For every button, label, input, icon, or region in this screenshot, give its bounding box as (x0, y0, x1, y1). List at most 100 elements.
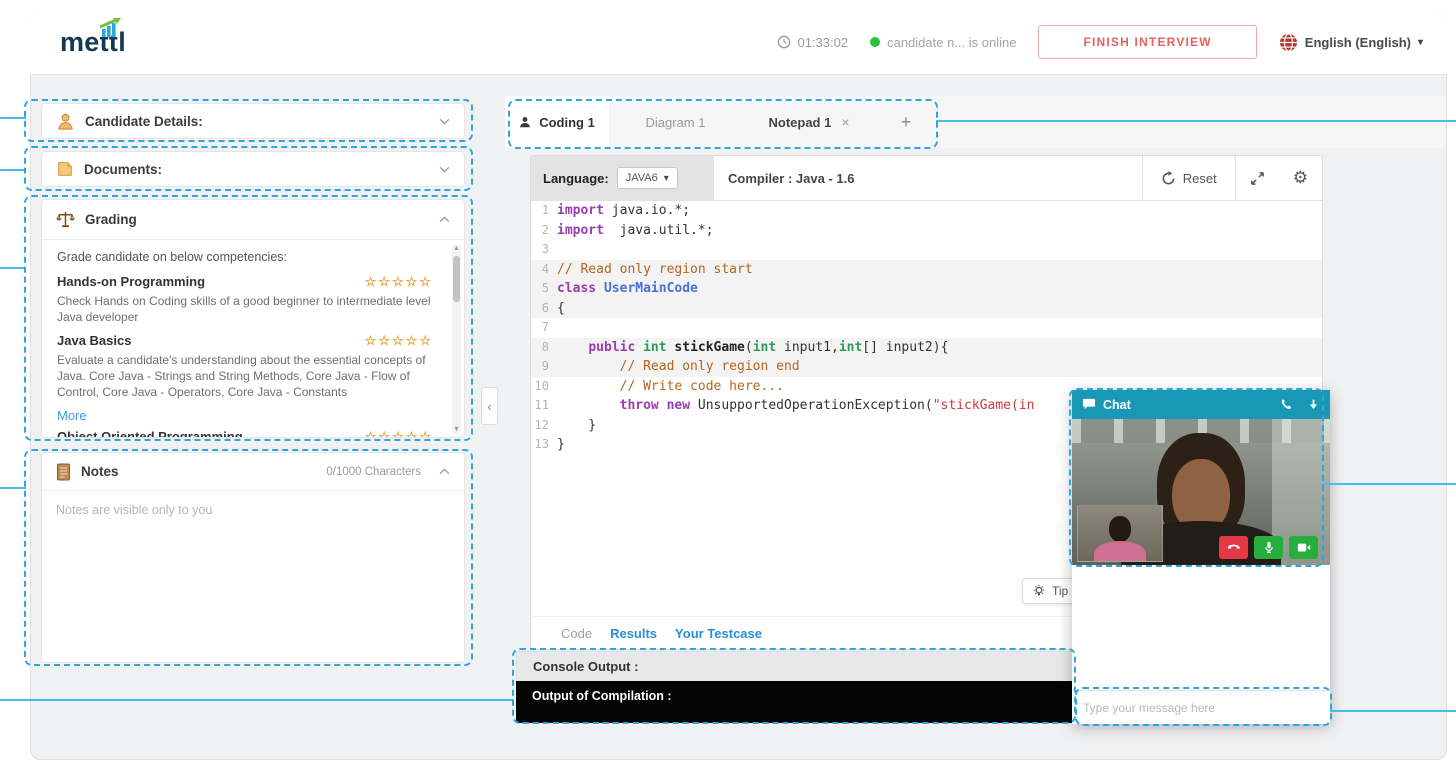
top-bar: mettl 01:33:02 candidate n... is online … (30, 10, 1447, 75)
code-line[interactable]: 6{ (531, 298, 1322, 318)
code-text: import java.util.*; (557, 222, 714, 238)
grading-header[interactable]: Grading (42, 200, 464, 240)
phone-icon (1227, 544, 1240, 549)
code-text: import java.io.*; (557, 203, 691, 218)
scroll-down-icon[interactable]: ▼ (452, 426, 461, 433)
settings-button[interactable]: ⚙ (1279, 156, 1322, 200)
tab-notepad-1[interactable]: Notepad 1 × (742, 96, 876, 148)
star-rating[interactable]: ☆☆☆☆☆ (365, 274, 433, 290)
grading-competency-list: Grade candidate on below competencies: H… (41, 240, 449, 437)
expand-icon (1250, 171, 1264, 185)
code-text: // Write code here... (557, 378, 784, 394)
documents-panel[interactable]: Documents: (41, 151, 465, 187)
callout-line-chat-input (1330, 710, 1456, 712)
line-number: 2 (541, 222, 549, 237)
hang-up-button[interactable] (1219, 536, 1248, 559)
chat-message-input[interactable] (1072, 690, 1330, 724)
chat-bubble-icon (1082, 398, 1096, 410)
language-label: Language: (543, 170, 609, 186)
globe-icon (1279, 32, 1297, 52)
code-line[interactable]: 4 // Read only region start (531, 259, 1322, 279)
notes-textarea[interactable] (42, 491, 464, 661)
competency-row: Object Oriented Programming ☆☆☆☆☆ (57, 427, 433, 438)
chevron-down-icon: ▾ (1417, 36, 1423, 48)
user-icon (520, 117, 531, 128)
scroll-up-icon[interactable]: ▲ (452, 245, 461, 252)
camera-icon (1297, 543, 1310, 552)
chevron-up-icon[interactable] (439, 468, 450, 475)
language-value: English (English) (1304, 34, 1411, 50)
chevron-down-icon: ▾ (663, 172, 669, 184)
language-selector[interactable]: English (English) ▾ (1279, 32, 1423, 52)
minimize-down-arrow-icon[interactable] (1307, 398, 1320, 411)
notes-header[interactable]: Notes 0/1000 Characters (42, 453, 464, 491)
reset-button[interactable]: Reset (1143, 156, 1235, 200)
callout-line-tabs (936, 120, 1456, 122)
tab-label: Coding 1 (539, 114, 595, 130)
line-number: 4 (541, 261, 549, 276)
interview-timer: 01:33:02 (777, 35, 848, 50)
chevron-up-icon[interactable] (439, 216, 450, 223)
documents-title: Documents: (84, 161, 163, 177)
code-line[interactable]: 9 // Read only region end (531, 357, 1322, 377)
microphone-icon (1264, 541, 1273, 553)
scrollbar-thumb[interactable] (453, 256, 460, 302)
fullscreen-button[interactable] (1236, 156, 1279, 200)
code-line[interactable]: 7 (531, 318, 1322, 338)
sidebar-collapse-handle[interactable]: ‹ (481, 387, 498, 425)
compilation-output-panel: Output of Compilation : (516, 681, 1075, 723)
line-number: 13 (534, 437, 549, 451)
star-rating[interactable]: ☆☆☆☆☆ (365, 333, 433, 349)
self-shoulders (1094, 541, 1146, 561)
competency-name: Object Oriented Programming (57, 429, 243, 437)
tab-coding-1[interactable]: Coding 1 (505, 96, 609, 148)
mettl-logo: mettl (60, 17, 126, 58)
close-tab-icon[interactable]: × (841, 114, 849, 130)
competency-description: Check Hands on Coding skills of a good b… (57, 294, 431, 324)
grading-scrollbar[interactable]: ▲ ▼ (452, 244, 461, 434)
code-line[interactable]: 1 import java.io.*; (531, 201, 1322, 221)
candidate-details-panel[interactable]: Candidate Details: (41, 103, 465, 139)
finish-interview-button[interactable]: FINISH INTERVIEW (1038, 25, 1257, 59)
code-text: // Read only region end (557, 359, 800, 374)
chevron-down-icon[interactable] (439, 118, 450, 125)
code-line[interactable]: 3 (531, 240, 1322, 260)
tip-label: Tip (1052, 584, 1069, 598)
language-section: Language: JAVA6 ▾ (531, 156, 714, 200)
chat-title: Chat (1103, 397, 1131, 412)
code-line[interactable]: 2 import java.util.*; (531, 221, 1322, 241)
line-number: 7 (541, 320, 549, 334)
grading-scale-icon (56, 211, 75, 228)
tab-diagram-1[interactable]: Diagram 1 (609, 96, 742, 148)
chat-window: Chat (1072, 390, 1330, 724)
chat-header[interactable]: Chat (1072, 390, 1330, 419)
callout-line-video (1322, 483, 1456, 485)
self-video-pip[interactable] (1077, 505, 1163, 562)
chat-message-list[interactable] (1072, 565, 1330, 690)
line-number: 6 (541, 300, 549, 315)
language-select[interactable]: JAVA6 ▾ (616, 167, 678, 189)
notes-title: Notes (81, 464, 119, 479)
code-text: { (557, 300, 565, 316)
clock-icon (778, 35, 791, 49)
person-icon (58, 113, 73, 130)
tab-results[interactable]: Results (610, 626, 657, 641)
gear-icon: ⚙ (1292, 168, 1308, 187)
phone-icon[interactable] (1280, 398, 1293, 411)
tab-code[interactable]: Code (561, 626, 592, 641)
microphone-button[interactable] (1254, 536, 1283, 559)
chevron-down-icon[interactable] (439, 166, 450, 173)
code-line[interactable]: 5 class UserMainCode (531, 279, 1322, 299)
competency-name: Java Basics (57, 333, 132, 348)
candidate-presence: candidate n... is online (870, 35, 1016, 50)
add-tab-button[interactable]: + (876, 96, 936, 148)
candidate-details-title: Candidate Details: (85, 113, 203, 129)
line-number: 8 (541, 339, 549, 354)
star-rating[interactable]: ☆☆☆☆☆ (365, 429, 433, 438)
camera-button[interactable] (1289, 536, 1318, 559)
code-line[interactable]: 8 public int stickGame(int input1,int[] … (531, 337, 1322, 357)
tab-your-testcase[interactable]: Your Testcase (675, 626, 762, 641)
line-number: 3 (541, 242, 549, 256)
compilation-output-label: Output of Compilation : (532, 689, 672, 703)
more-link[interactable]: More (57, 408, 87, 423)
